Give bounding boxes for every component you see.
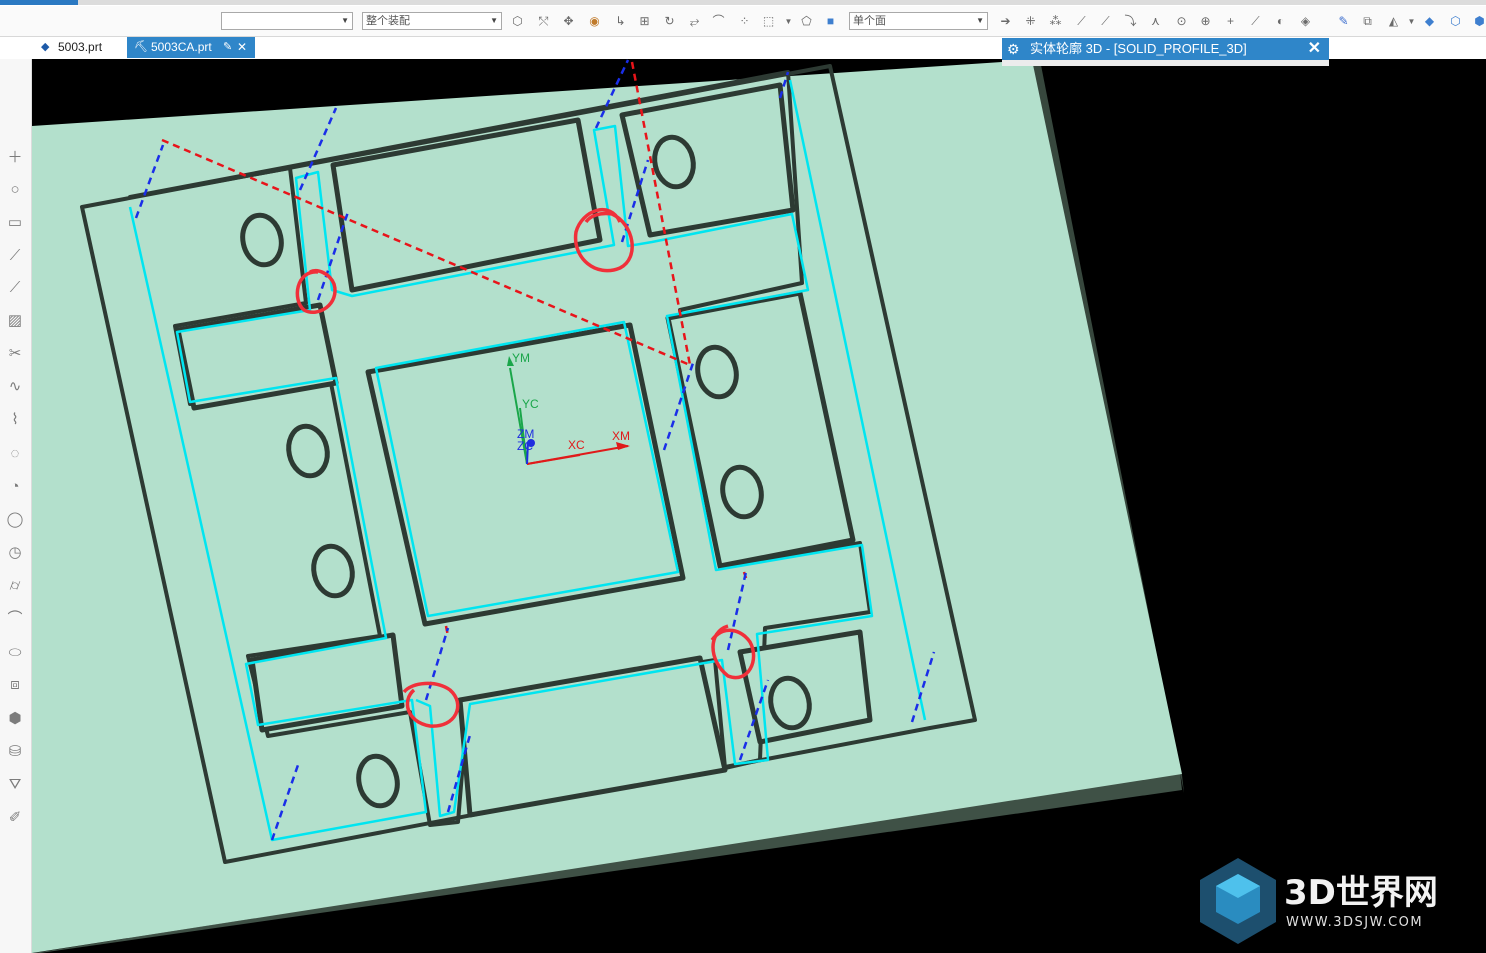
hatch-icon[interactable]: ▨ (4, 310, 26, 332)
solid-profile-dialog-header[interactable]: ⚙ 实体轮廓 3D - [SOLID_PROFILE_3D] ✕ (1002, 38, 1329, 60)
chevron-down-icon[interactable]: ▼ (1404, 14, 1419, 29)
xc-label: XC (568, 438, 585, 452)
offset-icon[interactable]: ⌇ (4, 409, 26, 431)
circle-three-point-icon[interactable]: ◷ (4, 542, 26, 564)
box-select-icon[interactable]: ⬚ (761, 14, 776, 29)
render-style-icon[interactable]: ◭ (1386, 14, 1401, 29)
watermark-brand: 3D世界网 (1284, 873, 1438, 913)
chevron-down-icon[interactable]: ▼ (781, 14, 796, 29)
line-two-point-icon[interactable]: ⟋ (4, 277, 26, 299)
view-iso-icon[interactable]: ◆ (1422, 14, 1437, 29)
ym-label: YM (512, 351, 530, 365)
snap-bounded-icon[interactable]: ◈ (1298, 14, 1313, 29)
view-front-icon[interactable]: ⬡ (1448, 14, 1463, 29)
snap-midpoint-icon[interactable]: ⟋ (1098, 14, 1113, 29)
line-icon[interactable]: ⟋ (4, 245, 26, 267)
type-filter-dropdown[interactable]: ▼ (221, 12, 353, 30)
snap-grid-icon[interactable]: ⁜ (1023, 14, 1038, 29)
part-file-icon: ◆ (41, 41, 50, 53)
xm-label: XM (612, 429, 630, 443)
view-top-icon[interactable]: ⬢ (1472, 14, 1486, 29)
yc-label: YC (522, 397, 539, 411)
snap-intersection-icon[interactable]: ⋏ (1148, 14, 1163, 29)
face-rule-value: 单个面 (853, 15, 886, 27)
tab-5003[interactable]: ◆ 5003.prt (34, 37, 126, 58)
arrow-right-icon[interactable]: ➔ (998, 14, 1013, 29)
arc-tangent-icon[interactable]: ◔ (4, 476, 26, 498)
close-icon[interactable]: ✕ (1308, 38, 1321, 60)
select-face-icon[interactable]: ⊞ (637, 14, 652, 29)
selection-toolbar: ▼ 整个装配 ▼ ⬡ ⤲ ✥ ◉ ↳ ⊞ ↻ ⥂ ⌒ ⁘ ⬚ ▼ ⬠ ■ 单个面… (0, 6, 1486, 37)
select-vertex-icon[interactable]: ⁘ (737, 14, 752, 29)
watermark-url: WWW.3DSJW.COM (1286, 915, 1423, 930)
dialog-title: 实体轮廓 3D - [SOLID_PROFILE_3D] (1030, 41, 1247, 56)
chevron-down-icon: ▼ (490, 16, 498, 25)
zc-label: ZC (517, 439, 533, 453)
snap-point-on-icon[interactable]: + (1223, 14, 1238, 29)
block-icon[interactable]: ⬢ (4, 708, 26, 730)
cylinder-icon[interactable]: ⌭ (4, 575, 26, 597)
rectangle-icon[interactable]: ▭ (4, 212, 26, 234)
select-region-icon[interactable]: ⥂ (687, 14, 702, 29)
select-body-icon[interactable]: ⤲ (536, 14, 551, 29)
select-cube-icon[interactable]: ■ (823, 14, 838, 29)
snap-on-curve-icon[interactable]: ⟋ (1248, 14, 1263, 29)
face-rule-dropdown[interactable]: 单个面 ▼ (849, 12, 988, 30)
trim-icon[interactable]: ✂ (4, 343, 26, 365)
selection-scope-dropdown[interactable]: 整个装配 ▼ (362, 12, 502, 30)
watermark: 3D世界网 WWW.3DSJW.COM (1200, 858, 1438, 944)
cam-model-scene[interactable]: YM YC ZM ZC XC XM 3D世界网 WWW.3DSJW.COM (32, 59, 1486, 953)
pencil-icon[interactable]: ✎ (1336, 14, 1351, 29)
rotate-icon[interactable]: ↻ (662, 14, 677, 29)
layer-icon[interactable]: ⧉ (1360, 14, 1375, 29)
select-feature-icon[interactable]: ⬡ (510, 14, 525, 29)
chamfer-icon[interactable]: ⬭ (4, 642, 26, 664)
snap-multi-icon[interactable]: ⁂ (1048, 14, 1063, 29)
snap-control-icon[interactable]: ⤵ (1123, 14, 1138, 29)
edit-icon: ✎ (223, 41, 233, 53)
snap-endpoint-icon[interactable]: ⟋ (1074, 14, 1089, 29)
tab-label: 5003CA.prt (151, 40, 212, 54)
dialog-body-edge (1002, 60, 1329, 66)
snap-center-icon[interactable]: ⊙ (1174, 14, 1189, 29)
file-tab-accent[interactable] (0, 0, 78, 5)
color-filter-icon[interactable]: ◉ (587, 14, 602, 29)
cylinder-body-icon[interactable]: ⛁ (4, 741, 26, 763)
graphics-viewport[interactable]: YM YC ZM ZC XC XM 3D世界网 WWW.3DSJW.COM (32, 59, 1486, 953)
circle-icon[interactable]: ◯ (4, 509, 26, 531)
tab-label: 5003.prt (58, 40, 103, 54)
curve-icon[interactable]: ∿ (4, 376, 26, 398)
extrude-icon[interactable]: ⧈ (4, 674, 26, 696)
select-edge-icon[interactable]: ↳ (613, 14, 628, 29)
title-strip (0, 0, 1486, 5)
snap-quadrant-icon[interactable]: ⊕ (1198, 14, 1213, 29)
chevron-down-icon: ▼ (976, 16, 984, 25)
close-icon[interactable]: ✕ (237, 37, 247, 58)
select-solid-icon[interactable]: ⬠ (799, 14, 814, 29)
selection-scope-value: 整个装配 (366, 15, 410, 27)
fillet-icon[interactable]: ⌒ (4, 608, 26, 630)
select-curve-icon[interactable]: ⌒ (711, 14, 726, 29)
arc-center-icon[interactable]: ◌ (4, 443, 26, 465)
gear-icon[interactable]: ⚙ (1007, 38, 1020, 60)
cone-icon[interactable]: ⛛ (4, 774, 26, 796)
point-icon[interactable]: ＋ (4, 147, 26, 169)
snap-on-surface-icon[interactable]: ◐ (1273, 14, 1288, 29)
left-resource-bar: ＋ ○ ▭ ⟋ ⟋ ▨ ✂ ∿ ⌇ ◌ ◔ ◯ ◷ ⌭ ⌒ ⬭ ⧈ ⬢ ⛁ ⛛ … (0, 59, 32, 953)
chevron-down-icon: ▼ (341, 16, 349, 25)
snap-point-icon[interactable]: ✥ (561, 14, 576, 29)
measure-icon[interactable]: ✐ (4, 807, 26, 829)
cam-part-icon: ⛏ (134, 41, 148, 53)
circle-point-icon[interactable]: ○ (4, 179, 26, 201)
tab-5003ca[interactable]: ⛏ 5003CA.prt ✎ ✕ (127, 37, 255, 58)
